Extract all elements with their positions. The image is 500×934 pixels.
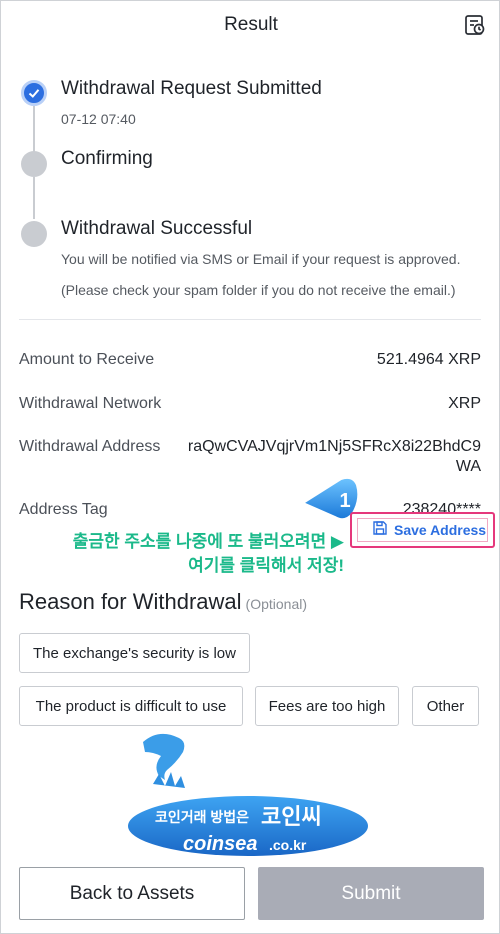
save-address-label: Save Address	[394, 522, 487, 538]
step-successful-title: Withdrawal Successful	[61, 218, 253, 239]
amount-label: Amount to Receive	[19, 351, 155, 368]
amount-value: 521.4964 XRP	[376, 351, 481, 368]
timeline-connector	[33, 177, 35, 219]
header: Result	[1, 1, 500, 49]
dolphin-icon	[143, 733, 185, 780]
step-pending-icon	[21, 151, 47, 177]
step-successful-note: You will be notified via SMS or Email if…	[61, 251, 461, 267]
callout-number: 1	[339, 490, 350, 512]
watermark-tld: .co.kr	[269, 837, 307, 853]
save-address-highlight: Save Address	[350, 512, 495, 548]
address-tag-label: Address Tag	[19, 501, 108, 518]
timeline-connector	[33, 106, 35, 154]
reason-option-other[interactable]: Other	[412, 686, 479, 726]
back-to-assets-button[interactable]: Back to Assets	[19, 867, 245, 920]
network-value: XRP	[448, 395, 481, 412]
divider	[19, 319, 481, 320]
reason-option-difficult[interactable]: The product is difficult to use	[19, 686, 243, 726]
step-complete-icon	[21, 80, 47, 106]
annotation-line-1: 출금한 주소를 나중에 또 불러오려면 ▶	[72, 532, 344, 551]
reason-optional-hint: (Optional)	[245, 596, 308, 612]
address-value: raQwCVAJVqjrVm1Nj5SFRcX8i22BhdC9WA	[187, 438, 481, 475]
reason-section-title: Reason for Withdrawal (Optional)	[19, 589, 307, 615]
watermark-domain: coinsea	[183, 833, 257, 855]
step-submitted-title: Withdrawal Request Submitted	[61, 78, 322, 99]
coinsea-watermark: 코인거래 방법은 코인씨 coinsea .co.kr	[123, 726, 373, 856]
step-pending-icon	[21, 221, 47, 247]
reason-option-security[interactable]: The exchange's security is low	[19, 633, 250, 673]
save-icon	[372, 520, 388, 541]
watermark-korean: 코인거래 방법은	[155, 809, 249, 825]
splash-icon	[153, 772, 185, 788]
network-label: Withdrawal Network	[19, 395, 162, 412]
step-submitted-time: 07-12 07:40	[61, 111, 136, 127]
annotation-note: 출금한 주소를 나중에 또 불러오려면 ▶ 여기를 클릭해서 저장!	[19, 530, 344, 578]
submit-button[interactable]: Submit	[258, 867, 484, 920]
reason-option-fees[interactable]: Fees are too high	[255, 686, 399, 726]
step-spam-note: (Please check your spam folder if you do…	[61, 282, 456, 298]
reason-title: Reason for Withdrawal	[19, 589, 242, 614]
watermark-brand-ko: 코인씨	[261, 804, 322, 829]
record-history-icon[interactable]	[463, 13, 487, 37]
step-confirming-title: Confirming	[61, 148, 153, 169]
save-address-button[interactable]: Save Address	[357, 518, 488, 542]
annotation-line-2: 여기를 클릭해서 저장!	[188, 556, 344, 575]
page-title: Result	[224, 14, 278, 35]
address-label: Withdrawal Address	[19, 438, 161, 455]
